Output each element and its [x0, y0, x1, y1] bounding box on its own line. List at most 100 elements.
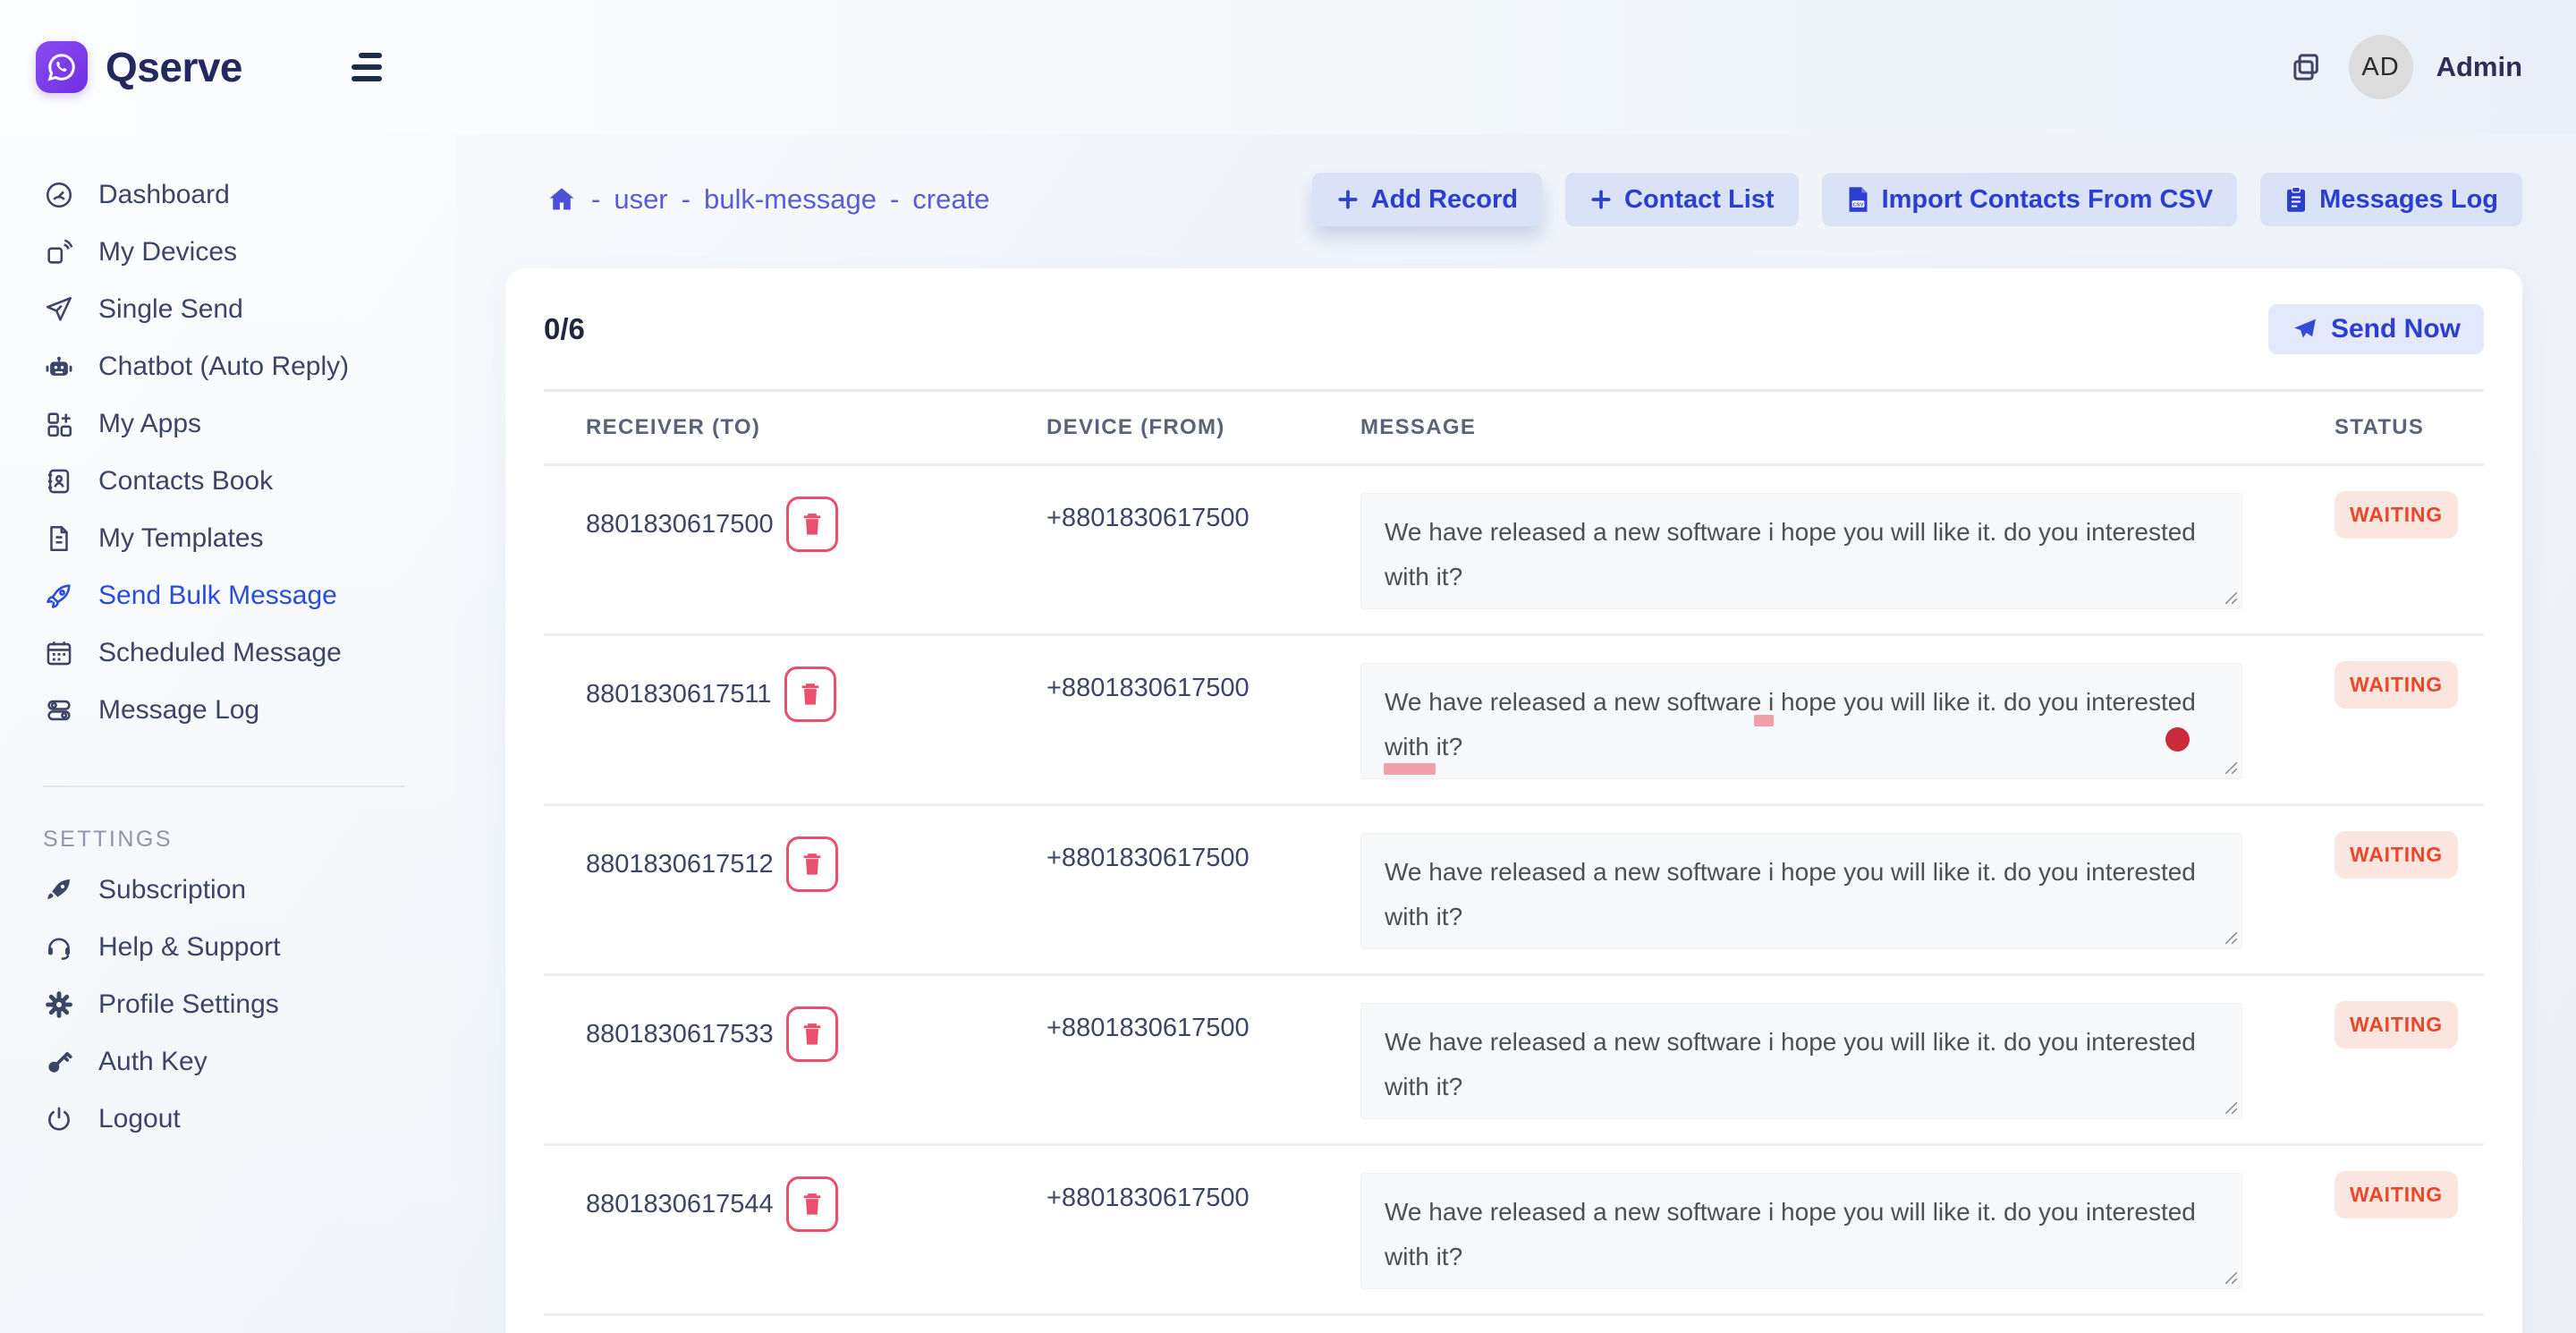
- add-record-button[interactable]: Add Record: [1312, 173, 1542, 226]
- receiver-number: 8801830617500: [586, 510, 774, 539]
- sidebar-item-my-templates[interactable]: My Templates: [0, 510, 456, 567]
- device-number: +8801830617500: [1046, 976, 1360, 1143]
- sidebar-section-settings: SETTINGS: [43, 827, 456, 853]
- topbar: Qserve AD Admin: [0, 0, 2576, 134]
- home-icon[interactable]: [546, 184, 578, 215]
- robot-icon: [43, 352, 75, 382]
- device-number: +8801830617500: [1046, 466, 1360, 633]
- message-textarea[interactable]: We have released a new software i hope y…: [1360, 493, 2242, 609]
- power-icon: [43, 1104, 75, 1134]
- username[interactable]: Admin: [2436, 51, 2522, 83]
- device-number: +8801830617500: [1046, 806, 1360, 973]
- templates-icon: [43, 523, 75, 554]
- message-log-icon: [43, 695, 75, 726]
- hamburger-icon: [359, 53, 382, 58]
- column-header-message: MESSAGE: [1360, 415, 2334, 440]
- clipboard-icon: [2284, 186, 2308, 213]
- column-header-device: DEVICE (FROM): [1046, 415, 1360, 440]
- sidebar-item-auth-key[interactable]: Auth Key: [0, 1033, 456, 1091]
- sidebar-divider: [43, 785, 404, 787]
- breadcrumb-create[interactable]: create: [912, 183, 989, 216]
- device-number: +8801830617500: [1046, 1146, 1360, 1313]
- contacts-book-icon: [43, 466, 75, 497]
- delete-row-button[interactable]: [786, 1006, 838, 1062]
- send-icon: [2292, 316, 2318, 343]
- sidebar-item-chatbot[interactable]: Chatbot (Auto Reply): [0, 338, 456, 395]
- sidebar: Dashboard My Devices Single Send: [0, 134, 456, 1333]
- receiver-number: 8801830617544: [586, 1190, 774, 1219]
- sidebar-item-my-devices[interactable]: My Devices: [0, 224, 456, 281]
- status-badge: WAITING: [2334, 661, 2458, 709]
- sidebar-item-subscription[interactable]: Subscription: [0, 862, 456, 919]
- sidebar-item-scheduled-message[interactable]: Scheduled Message: [0, 624, 456, 682]
- trash-icon: [800, 682, 821, 707]
- table-row: 8801830617512 +8801830617500 We have rel…: [544, 806, 2484, 976]
- table-row: 8801830617544 +8801830617500 We have rel…: [544, 1146, 2484, 1316]
- svg-text:CSV: CSV: [1852, 202, 1863, 208]
- sidebar-item-single-send[interactable]: Single Send: [0, 281, 456, 338]
- import-contacts-csv-button[interactable]: CSV Import Contacts From CSV: [1822, 173, 2238, 226]
- send-now-button[interactable]: Send Now: [2268, 304, 2484, 354]
- rocket-icon: [43, 581, 75, 611]
- sidebar-item-help-support[interactable]: Help & Support: [0, 919, 456, 976]
- avatar[interactable]: AD: [2349, 35, 2413, 99]
- status-badge: WAITING: [2334, 491, 2458, 539]
- app-root: Qserve AD Admin Dashboard: [0, 0, 2576, 1333]
- calendar-icon: [43, 638, 75, 668]
- gear-icon: [43, 989, 75, 1020]
- message-textarea[interactable]: We have released a new software i hope y…: [1360, 1003, 2242, 1119]
- breadcrumb: - user - bulk-message - create: [546, 183, 989, 216]
- messages-log-button[interactable]: Messages Log: [2260, 173, 2522, 226]
- table-header: RECEIVER (TO) DEVICE (FROM) MESSAGE STAT…: [544, 389, 2484, 466]
- table-row: 8801830617511 +8801830617500 We have rel…: [544, 636, 2484, 806]
- sidebar-item-message-log[interactable]: Message Log: [0, 682, 456, 739]
- key-icon: [43, 1047, 75, 1077]
- csv-file-icon: CSV: [1846, 186, 1870, 213]
- delete-row-button[interactable]: [786, 1176, 838, 1232]
- column-header-receiver: RECEIVER (TO): [544, 415, 1046, 440]
- trash-icon: [801, 852, 823, 877]
- table-row: 8801830617500 +8801830617500 We have rel…: [544, 466, 2484, 636]
- sidebar-item-contacts-book[interactable]: Contacts Book: [0, 453, 456, 510]
- brand: Qserve: [36, 41, 242, 93]
- sidebar-item-my-apps[interactable]: My Apps: [0, 395, 456, 453]
- trash-icon: [801, 1192, 823, 1217]
- paper-plane-icon: [43, 294, 75, 325]
- sidebar-item-dashboard[interactable]: Dashboard: [0, 166, 456, 224]
- sidebar-toggle-button[interactable]: [343, 48, 382, 86]
- topbar-right: AD Admin: [2288, 35, 2522, 99]
- bulk-message-card: 0/6 Send Now RECEIVER (TO) DEVICE (FROM)…: [505, 268, 2522, 1333]
- action-buttons: Add Record Contact List CSV: [1312, 173, 2522, 226]
- apps-icon: [43, 409, 75, 439]
- breadcrumb-user[interactable]: user: [614, 183, 667, 216]
- message-textarea[interactable]: We have released a new software i hope y…: [1360, 833, 2242, 949]
- trash-icon: [801, 1022, 823, 1047]
- table-row: 8801830617533 +8801830617500 We have rel…: [544, 976, 2484, 1146]
- sidebar-item-logout[interactable]: Logout: [0, 1091, 456, 1148]
- receiver-number: 8801830617511: [586, 680, 772, 709]
- column-header-status: STATUS: [2334, 415, 2484, 440]
- status-badge: WAITING: [2334, 831, 2458, 879]
- rocket-filled-icon: [43, 875, 75, 905]
- plus-icon: [1336, 188, 1360, 211]
- delete-row-button[interactable]: [784, 666, 836, 722]
- main-content: - user - bulk-message - create Add Recor…: [456, 134, 2576, 1333]
- sidebar-item-profile-settings[interactable]: Profile Settings: [0, 976, 456, 1033]
- device-number: +8801830617500: [1046, 636, 1360, 803]
- receiver-number: 8801830617533: [586, 1020, 774, 1049]
- brand-name: Qserve: [106, 43, 242, 91]
- message-textarea[interactable]: We have released a new software i hope y…: [1360, 663, 2242, 779]
- whatsapp-logo-icon: [36, 41, 88, 93]
- delete-row-button[interactable]: [786, 836, 838, 892]
- receiver-number: 8801830617512: [586, 850, 774, 879]
- headset-icon: [43, 932, 75, 963]
- plus-icon: [1589, 188, 1613, 211]
- message-textarea[interactable]: We have released a new software i hope y…: [1360, 1173, 2242, 1289]
- trash-icon: [801, 512, 823, 537]
- windows-overlap-icon[interactable]: [2288, 48, 2326, 86]
- breadcrumb-bulk-message[interactable]: bulk-message: [704, 183, 877, 216]
- contact-list-button[interactable]: Contact List: [1565, 173, 1799, 226]
- sidebar-item-send-bulk-message[interactable]: Send Bulk Message: [0, 567, 456, 624]
- status-badge: WAITING: [2334, 1171, 2458, 1218]
- delete-row-button[interactable]: [786, 497, 838, 552]
